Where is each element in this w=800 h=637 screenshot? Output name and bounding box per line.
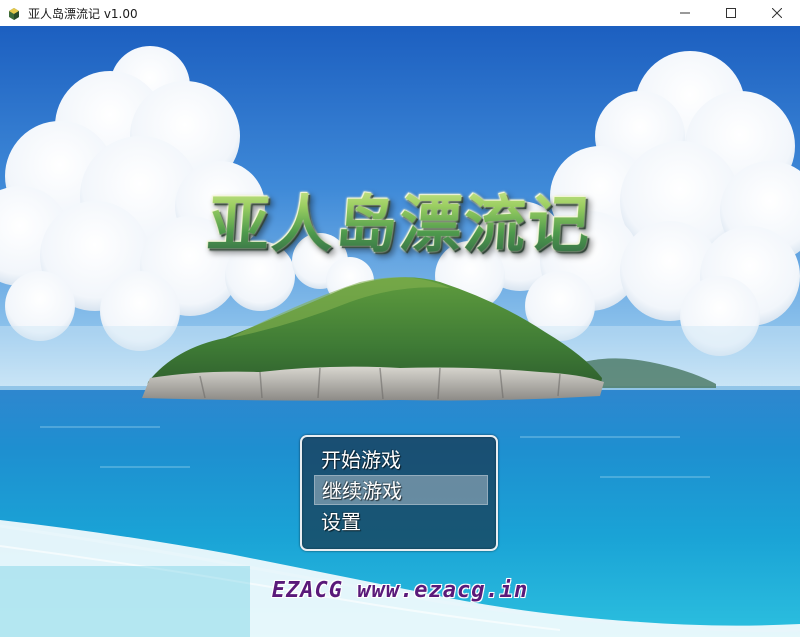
app-icon <box>7 6 21 20</box>
window-title: 亚人岛漂流记 v1.00 <box>28 6 138 21</box>
maximize-button[interactable] <box>708 0 754 26</box>
game-window: 亚人岛漂流记 v1.00 亚人岛漂流记 开始游戏 继续游戏 设置 EZACG w… <box>0 0 800 637</box>
game-title-logo: 亚人岛漂流记 <box>0 174 800 264</box>
minimize-button[interactable] <box>662 0 708 26</box>
maximize-icon <box>726 8 736 18</box>
menu-item-options[interactable]: 设置 <box>314 507 488 537</box>
window-titlebar[interactable]: 亚人岛漂流记 v1.00 <box>0 0 800 26</box>
menu-item-new-game[interactable]: 开始游戏 <box>314 445 488 475</box>
close-icon <box>772 8 782 18</box>
minimize-icon <box>680 12 690 14</box>
title-command-window: 开始游戏 继续游戏 设置 <box>300 435 498 551</box>
watermark-text: EZACG www.ezacg.in <box>271 578 529 603</box>
menu-item-continue[interactable]: 继续游戏 <box>314 475 488 505</box>
game-canvas[interactable]: 亚人岛漂流记 开始游戏 继续游戏 设置 EZACG www.ezacg.in <box>0 26 800 637</box>
close-button[interactable] <box>754 0 800 26</box>
window-controls <box>662 0 800 26</box>
